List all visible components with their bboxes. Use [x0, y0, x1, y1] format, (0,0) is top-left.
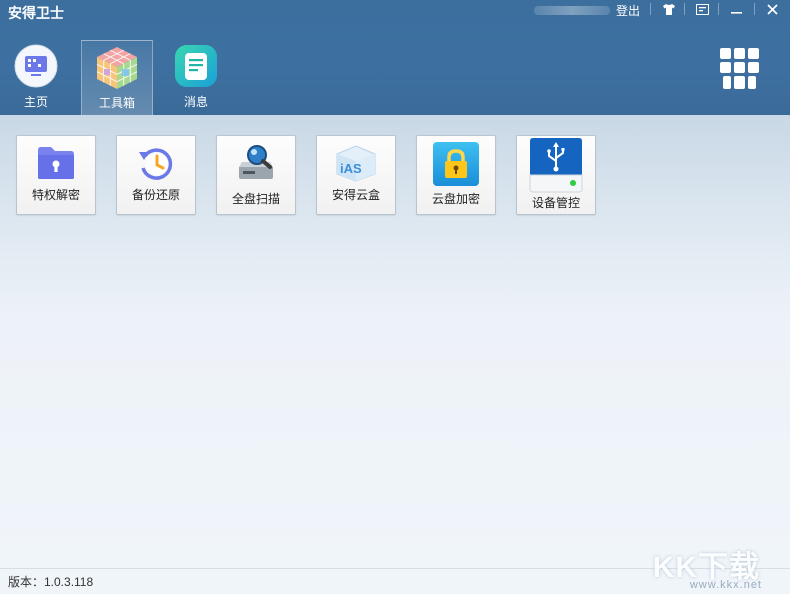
tool-label: 特权解密	[31, 188, 80, 202]
tab-home-label: 主页	[23, 95, 48, 109]
tool-backup-restore[interactable]: 备份还原	[116, 135, 196, 215]
message-icon	[174, 44, 218, 91]
version-text: 版本：1.0.3.118	[8, 575, 94, 589]
usb-device-icon	[528, 137, 584, 196]
tool-cloud-encrypt[interactable]: 云盘加密	[416, 135, 496, 215]
grid-icon	[720, 48, 759, 89]
minimize-icon	[730, 11, 742, 14]
tool-full-scan[interactable]: 全盘扫描	[216, 135, 296, 215]
cloud-lock-icon	[433, 142, 479, 189]
minimize-button[interactable]	[722, 0, 750, 18]
cloud-box-text: iAS	[340, 161, 362, 176]
tab-messages[interactable]: 消息	[161, 40, 231, 114]
tab-messages-label: 消息	[183, 95, 208, 109]
title-bar: 安得卫士 登出 主页 工具箱 消息	[0, 0, 790, 115]
divider	[754, 3, 755, 15]
toolbox-cube-icon	[94, 45, 140, 94]
tab-home[interactable]: 主页	[1, 40, 71, 114]
tool-device-control[interactable]: 设备管控	[516, 135, 596, 215]
cloud-box-icon: iAS	[335, 144, 377, 185]
tool-label: 设备管控	[531, 196, 580, 210]
skin-button[interactable]	[655, 0, 683, 18]
username-blurred	[534, 6, 610, 15]
tab-toolbox-label: 工具箱	[98, 96, 135, 110]
menu-button[interactable]	[688, 0, 716, 18]
tool-label: 云盘加密	[431, 192, 480, 206]
logout-link[interactable]: 登出	[616, 2, 640, 19]
close-icon	[766, 3, 778, 15]
divider	[650, 3, 651, 15]
tab-toolbox[interactable]: 工具箱	[81, 40, 153, 115]
app-title: 安得卫士	[8, 5, 64, 21]
tool-privilege-decrypt[interactable]: 特权解密	[16, 135, 96, 215]
divider	[718, 3, 719, 15]
divider	[684, 3, 685, 15]
watermark-url: www.kkx.net	[689, 579, 762, 591]
folder-lock-icon	[37, 146, 75, 183]
menu-icon	[695, 3, 709, 15]
tool-label: 全盘扫描	[231, 192, 280, 206]
toolbox-panel: 特权解密 备份还原 全盘扫描 iAS 安得云盒 云盘加密 设备管控	[0, 115, 790, 568]
close-button[interactable]	[758, 0, 786, 18]
shirt-icon	[663, 3, 675, 15]
home-monitor-icon	[14, 44, 58, 91]
tool-cloud-box[interactable]: iAS 安得云盒	[316, 135, 396, 215]
apps-grid-button[interactable]	[720, 48, 760, 90]
backup-restore-icon	[137, 146, 175, 185]
tool-label: 备份还原	[131, 188, 180, 202]
tool-label: 安得云盒	[331, 188, 380, 202]
disk-scan-icon	[236, 142, 276, 185]
